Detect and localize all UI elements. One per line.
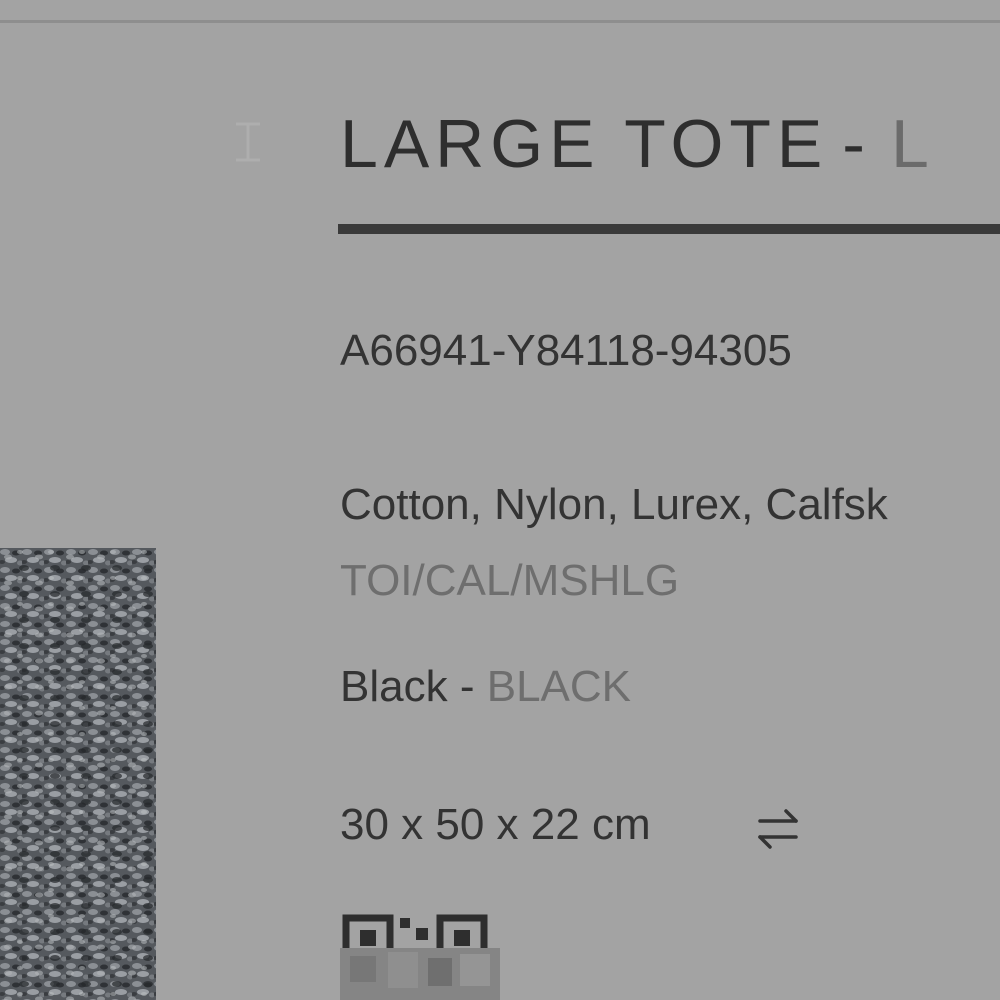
product-materials-code: TOI/CAL/MSHLG (340, 556, 680, 605)
top-divider (0, 20, 1000, 23)
color-separator: - (459, 662, 475, 711)
faint-brand-icon (236, 122, 260, 162)
product-dimensions: 30 x 50 x 22 cm (340, 800, 651, 849)
product-title-secondary: L (890, 106, 935, 182)
product-color-name: Black (340, 662, 448, 711)
qr-code-icon[interactable] (340, 912, 500, 1000)
product-detail-page: LARGE TOTE - L A66941-Y84118-94305 Cotton,… (0, 0, 1000, 1000)
title-underline (338, 224, 1000, 234)
product-color-code: BLACK (486, 662, 632, 711)
title-separator: - (842, 106, 871, 182)
product-materials: Cotton, Nylon, Lurex, Calfsk (340, 480, 888, 529)
product-sku: A66941-Y84118-94305 (340, 326, 792, 375)
product-title: LARGE TOTE (340, 106, 829, 182)
product-color-row: Black - BLACK (340, 662, 631, 712)
swap-arrows-icon[interactable] (750, 804, 806, 854)
product-title-row: LARGE TOTE - L (340, 104, 935, 184)
fabric-swatch-image[interactable] (0, 548, 156, 1000)
